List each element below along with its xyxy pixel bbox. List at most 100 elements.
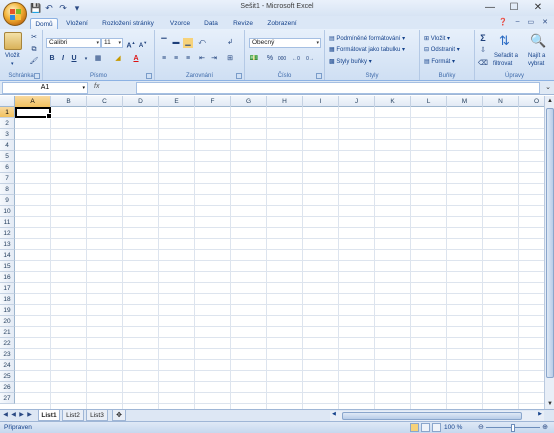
row-header[interactable]: 3 [0, 129, 15, 140]
italic-button[interactable]: I [58, 54, 68, 64]
delete-cells-button[interactable]: ⊟ Odstranit ▾ [424, 46, 460, 53]
row-header[interactable]: 7 [0, 173, 15, 184]
row-header[interactable]: 9 [0, 195, 15, 206]
clear-icon[interactable]: ⌫ [478, 59, 488, 69]
paste-dropdown-icon[interactable]: ▾ [11, 61, 14, 67]
select-all-button[interactable] [0, 96, 15, 107]
horizontal-scroll-thumb[interactable] [342, 412, 522, 420]
maximize-button[interactable]: ☐ [502, 0, 526, 15]
normal-view-icon[interactable] [410, 423, 419, 432]
row-header[interactable]: 6 [0, 162, 15, 173]
thousands-separator-icon[interactable]: 000 [277, 54, 287, 64]
column-header[interactable]: A [15, 96, 51, 107]
insert-cells-button[interactable]: ⊞ Vložit ▾ [424, 35, 450, 42]
bold-button[interactable]: B [47, 54, 57, 64]
row-header[interactable]: 23 [0, 349, 15, 360]
align-left-icon[interactable]: ≡ [159, 54, 169, 64]
page-layout-view-icon[interactable] [421, 423, 430, 432]
format-as-table-button[interactable]: ▦ Formátovat jako tabulku ▾ [329, 46, 405, 53]
tab-page-layout[interactable]: Rozložení stránky [96, 18, 160, 29]
alignment-launcher-icon[interactable] [236, 73, 242, 79]
row-header[interactable]: 8 [0, 184, 15, 195]
orientation-icon[interactable]: ⤺ [197, 38, 207, 48]
zoom-knob[interactable] [511, 424, 515, 432]
row-header[interactable]: 21 [0, 327, 15, 338]
align-bottom-icon[interactable]: ▁ [183, 38, 193, 48]
tab-formulas[interactable]: Vzorce [164, 18, 196, 29]
font-name-combo[interactable]: Calibri ▾ [46, 38, 101, 48]
format-cells-button[interactable]: ▤ Formát ▾ [424, 58, 455, 65]
decrease-indent-icon[interactable]: ⇤ [197, 54, 207, 64]
underline-dropdown-icon[interactable]: ▾ [81, 54, 91, 64]
row-header[interactable]: 12 [0, 228, 15, 239]
row-header[interactable]: 4 [0, 140, 15, 151]
column-header[interactable]: H [267, 96, 303, 107]
ribbon-minimize-icon[interactable]: – [516, 18, 520, 26]
cut-icon[interactable]: ✂ [29, 33, 39, 43]
tab-data[interactable]: Data [198, 18, 224, 29]
row-header[interactable]: 15 [0, 261, 15, 272]
find-select-label-1[interactable]: Najít a [528, 53, 545, 59]
ribbon-close-icon[interactable]: ✕ [542, 18, 548, 26]
font-size-combo[interactable]: 11 ▾ [101, 38, 123, 48]
vertical-scrollbar[interactable]: ▲ ▼ [544, 96, 554, 409]
active-cell[interactable] [15, 107, 52, 119]
decrease-decimal-icon[interactable]: 0→ [305, 54, 315, 64]
zoom-in-icon[interactable]: ⊕ [542, 423, 548, 431]
column-header[interactable]: E [159, 96, 195, 107]
vertical-scroll-thumb[interactable] [546, 108, 554, 378]
last-sheet-icon[interactable]: ▶ [26, 411, 33, 418]
column-header[interactable]: C [87, 96, 123, 107]
increase-decimal-icon[interactable]: ←0 [291, 54, 301, 64]
page-break-view-icon[interactable] [432, 423, 441, 432]
align-middle-icon[interactable]: ▬ [171, 38, 181, 48]
horizontal-scrollbar[interactable]: ◀ ▶ [330, 411, 544, 421]
tab-review[interactable]: Revize [228, 18, 258, 29]
format-painter-icon[interactable]: 🖌 [29, 57, 39, 67]
row-header[interactable]: 19 [0, 305, 15, 316]
column-header[interactable]: G [231, 96, 267, 107]
paste-label[interactable]: Vložit [5, 53, 20, 59]
column-header[interactable]: F [195, 96, 231, 107]
paste-icon[interactable] [4, 32, 22, 50]
align-right-icon[interactable]: ≡ [183, 54, 193, 64]
scroll-right-icon[interactable]: ▶ [538, 411, 542, 417]
wrap-text-icon[interactable]: ↲ [225, 38, 235, 48]
clipboard-launcher-icon[interactable] [34, 73, 40, 79]
sort-filter-icon[interactable]: ⇅ [499, 33, 510, 49]
row-header[interactable]: 22 [0, 338, 15, 349]
number-format-combo[interactable]: Obecný ▾ [249, 38, 321, 48]
sort-filter-label-2[interactable]: filtrovat [493, 61, 512, 67]
scroll-left-icon[interactable]: ◀ [332, 411, 336, 417]
align-center-icon[interactable]: ≡ [171, 54, 181, 64]
column-header[interactable]: D [123, 96, 159, 107]
fill-icon[interactable]: ⇩ [478, 46, 488, 56]
find-select-label-2[interactable]: vybrat [528, 61, 544, 67]
number-launcher-icon[interactable] [316, 73, 322, 79]
autosum-icon[interactable]: Σ [478, 33, 488, 43]
column-header[interactable]: K [375, 96, 411, 107]
grow-font-icon[interactable]: A▲ [126, 38, 136, 49]
sheet-tab-list2[interactable]: List2 [62, 410, 84, 421]
sheet-tab-list3[interactable]: List3 [86, 410, 108, 421]
row-header[interactable]: 11 [0, 217, 15, 228]
row-header[interactable]: 26 [0, 382, 15, 393]
column-header[interactable]: I [303, 96, 339, 107]
minimize-button[interactable]: — [478, 0, 502, 15]
row-header[interactable]: 10 [0, 206, 15, 217]
fill-color-icon[interactable]: ◢ [113, 54, 123, 64]
row-header[interactable]: 27 [0, 393, 15, 404]
row-header[interactable]: 25 [0, 371, 15, 382]
column-header[interactable]: L [411, 96, 447, 107]
row-header[interactable]: 2 [0, 118, 15, 129]
borders-icon[interactable]: ▦ [93, 54, 103, 64]
zoom-level[interactable]: 100 % [444, 424, 462, 431]
scroll-down-icon[interactable]: ▼ [545, 399, 554, 409]
font-color-icon[interactable]: A [131, 54, 141, 64]
copy-icon[interactable]: ⧉ [29, 45, 39, 55]
find-select-icon[interactable]: 🔍 [530, 33, 546, 49]
row-header[interactable]: 18 [0, 294, 15, 305]
underline-button[interactable]: U [69, 54, 79, 64]
column-header[interactable]: J [339, 96, 375, 107]
column-header[interactable]: O [519, 96, 544, 107]
